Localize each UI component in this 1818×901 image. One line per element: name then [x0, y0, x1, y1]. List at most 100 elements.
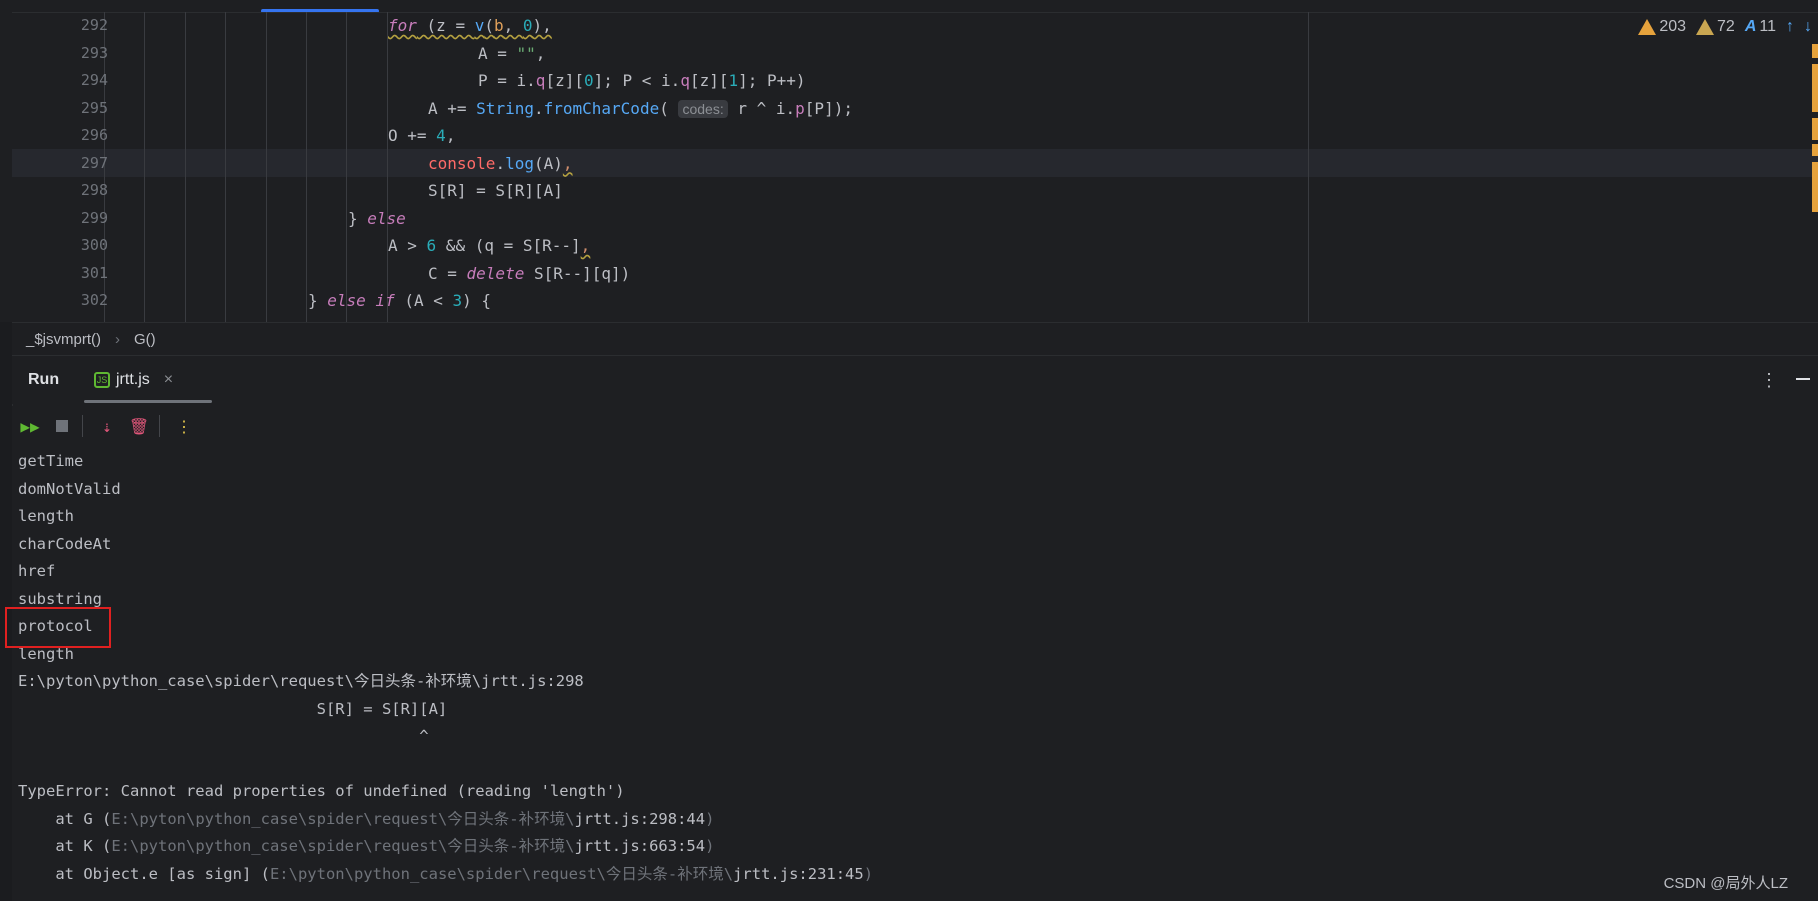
line-number: 301 [80, 263, 108, 282]
breadcrumb-item[interactable]: _$jsvmprt() [26, 331, 101, 348]
error-stripe-mark[interactable] [1812, 64, 1818, 112]
breadcrumb: _$jsvmprt() › G() [12, 322, 1818, 356]
stack-frame-path: E:\pyton\python_case\spider\request\今日头条… [111, 809, 575, 828]
line-number: 295 [80, 98, 108, 117]
error-message: TypeError: Cannot read properties of und… [18, 782, 625, 800]
console-line: href [18, 562, 56, 580]
line-number: 292 [80, 16, 108, 34]
typo-count-label: 11 [1759, 18, 1776, 35]
code-line[interactable]: C = delete S[R--][q]) [428, 260, 630, 288]
line-number: 300 [80, 236, 108, 254]
stop-icon[interactable] [48, 412, 76, 440]
console-line: charCodeAt [18, 534, 112, 553]
error-stripe[interactable] [1812, 44, 1818, 214]
indent-guide [346, 12, 347, 322]
code-line[interactable]: for (z = v(b, 0), [388, 12, 552, 40]
line-number: 293 [80, 43, 108, 62]
close-tab-icon[interactable]: × [164, 371, 173, 389]
clear-all-icon[interactable]: 🗑 [125, 412, 153, 440]
indent-guide [266, 12, 267, 322]
active-tab-underline [84, 400, 212, 403]
current-line-highlight [12, 149, 1818, 177]
stack-frame: at Object.e [as sign] (E:\pyton\python_c… [18, 861, 873, 889]
warning-count-label: 72 [1717, 18, 1735, 35]
run-tab-label: jrtt.js [116, 371, 150, 388]
stack-frame-prefix: at G ( [18, 809, 112, 828]
console-line: S[R] = S[R][A] [18, 699, 448, 718]
indent-guide [387, 12, 388, 322]
stack-frame-link[interactable]: jrtt.js:663:54 [574, 837, 705, 855]
toolbar-separator [82, 415, 83, 437]
annotation-highlight-box [5, 607, 111, 648]
more-options-icon[interactable]: ⋮ [1760, 370, 1778, 391]
breadcrumb-item[interactable]: G() [134, 331, 156, 348]
console-output[interactable]: getTime domNotValid length charCodeAt hr… [12, 446, 1818, 901]
error-count[interactable]: 203 [1638, 18, 1686, 36]
breadcrumb-separator: › [115, 330, 121, 348]
right-margin-guide [1308, 12, 1309, 322]
stack-frame-suffix: ) [705, 837, 715, 855]
code-line[interactable]: console.log(A), [428, 150, 573, 178]
error-stripe-mark[interactable] [1812, 44, 1818, 58]
error-stripe-mark[interactable] [1812, 144, 1818, 156]
code-line[interactable]: P = i.q[z][0]; P < i.q[z][1]; P++) [478, 67, 806, 95]
rerun-icon[interactable]: ▶▶ [16, 412, 44, 440]
stack-frame-link[interactable]: jrtt.js:231:45 [733, 865, 864, 883]
console-line: ^ [18, 727, 429, 745]
run-tab[interactable]: JS jrtt.js × [94, 356, 173, 404]
stack-frame: at K (E:\pyton\python_case\spider\reques… [18, 833, 714, 861]
next-highlight-icon[interactable]: ↓ [1804, 18, 1812, 36]
code-line[interactable]: A += String.fromCharCode( codes: r ^ i.p… [428, 95, 853, 123]
typo-icon: A [1744, 18, 1757, 35]
stack-frame: at G (E:\pyton\python_case\spider\reques… [18, 806, 714, 834]
line-number: 294 [80, 71, 108, 89]
console-line: domNotValid [18, 479, 121, 498]
code-line[interactable]: A > 6 && (q = S[R--], [388, 232, 590, 260]
warning-triangle-icon [1638, 19, 1657, 35]
stack-frame-prefix: at Object.e [as sign] ( [18, 864, 270, 883]
error-count-label: 203 [1659, 18, 1687, 35]
stack-frame-link[interactable]: jrtt.js:298:44 [574, 810, 705, 828]
stack-frame-suffix: ) [863, 864, 874, 883]
run-window-title: Run [28, 371, 60, 388]
indent-guide [225, 12, 226, 322]
inspections-widget[interactable]: 203 72 A 11 ↑ ↓ [1638, 18, 1812, 36]
stack-frame-path: E:\pyton\python_case\spider\request\今日头条… [111, 837, 575, 855]
code-line[interactable]: } else if (A < 3) { [308, 287, 491, 315]
line-number: 299 [80, 208, 108, 227]
scroll-to-end-icon[interactable]: ⇣ [93, 412, 121, 440]
typo-count[interactable]: A 11 [1745, 18, 1776, 36]
console-file-location[interactable]: E:\pyton\python_case\spider\request\今日头条… [18, 668, 584, 696]
code-line[interactable]: A = "", [478, 40, 545, 68]
editor-divider [12, 12, 1818, 13]
nodejs-icon: JS [94, 372, 110, 388]
code-line[interactable]: S[R] = S[R][A] [428, 177, 563, 205]
parameter-hint: codes: [678, 99, 728, 118]
run-tool-window-header: Run JS jrtt.js × ⋮ [12, 356, 1818, 404]
code-editor[interactable]: 292 293 294 295 296 297 298 299 300 301 … [0, 0, 1818, 322]
stack-frame-path: E:\pyton\python_case\spider\request\今日头条… [269, 864, 734, 883]
stack-frame-prefix: at K ( [18, 837, 112, 855]
line-number: 298 [80, 181, 108, 199]
weak-warning-icon [1696, 19, 1715, 35]
error-stripe-mark[interactable] [1812, 162, 1818, 212]
console-line: length [18, 507, 74, 525]
line-number: 296 [80, 126, 108, 144]
line-number: 297 [80, 153, 108, 172]
minimize-icon[interactable] [1796, 378, 1810, 380]
more-actions-icon[interactable]: ⋮ [170, 412, 198, 440]
stack-frame-suffix: ) [705, 809, 715, 828]
toolbar-separator [159, 415, 160, 437]
watermark: CSDN @局外人LZ [1663, 875, 1788, 892]
line-number: 302 [80, 291, 108, 309]
indent-guide [306, 12, 307, 322]
run-toolbar: ▶▶ ⇣ 🗑 ⋮ [12, 406, 1818, 446]
code-line[interactable]: O += 4, [388, 122, 455, 150]
code-line[interactable]: } else [348, 205, 406, 233]
indent-guide [144, 12, 145, 322]
indent-guide [185, 12, 186, 322]
warning-count[interactable]: 72 [1696, 18, 1735, 36]
console-line: getTime [18, 452, 84, 470]
error-stripe-mark[interactable] [1812, 118, 1818, 140]
previous-highlight-icon[interactable]: ↑ [1786, 18, 1794, 36]
